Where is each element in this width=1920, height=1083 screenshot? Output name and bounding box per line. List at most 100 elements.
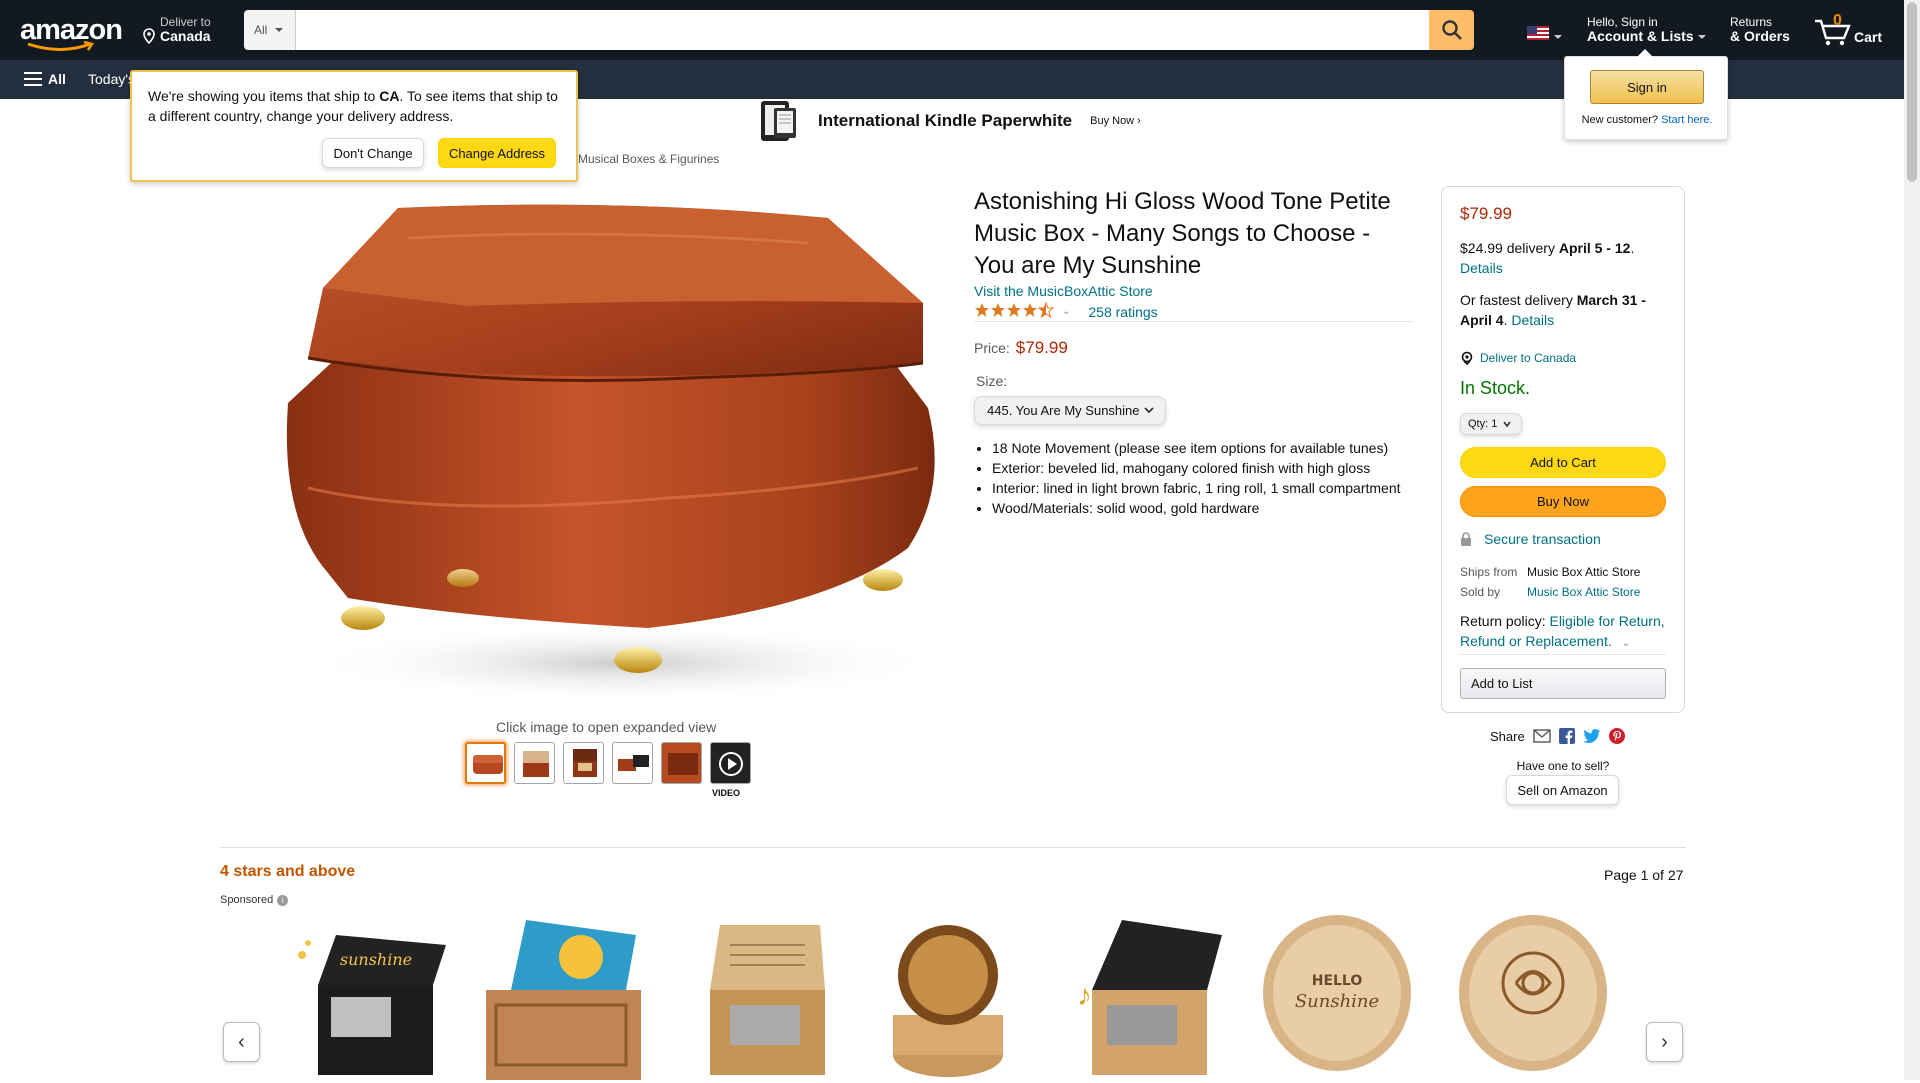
start-here-link[interactable]: Start here.: [1661, 114, 1712, 126]
carousel-item-5[interactable]: ♪: [1067, 915, 1227, 1080]
deliver-to-link[interactable]: Deliver to Canada: [1460, 351, 1576, 365]
lock-icon: [1461, 532, 1471, 546]
language-flag-icon[interactable]: [1527, 26, 1562, 40]
buybox-price: $79.99: [1460, 204, 1512, 223]
divider: [1460, 654, 1666, 655]
page-scrollbar[interactable]: [1904, 0, 1920, 1080]
hamburger-icon: [24, 72, 42, 86]
kindle-device-icon: [760, 100, 800, 142]
chevron-down-icon: [1503, 421, 1511, 428]
chevron-down-icon[interactable]: ⌄: [1622, 638, 1630, 649]
twitter-icon[interactable]: [1582, 728, 1601, 744]
account-lists-menu[interactable]: Hello, Sign in Account & Lists: [1587, 15, 1706, 43]
banner-buy-now[interactable]: Buy Now ›: [1090, 115, 1141, 127]
feature-bullet: Exterior: beveled lid, mahogany colored …: [992, 458, 1432, 478]
chevron-down-icon: [1697, 35, 1706, 40]
have-one-to-sell: Have one to sell?: [1516, 759, 1610, 773]
search-icon: [1441, 20, 1462, 40]
product-main-image[interactable]: [268, 188, 950, 718]
dont-change-button[interactable]: Don't Change: [322, 138, 424, 168]
delivery-address-popover: We're showing you items that ship to CA.…: [130, 70, 578, 182]
amazon-logo[interactable]: amazon: [20, 14, 123, 51]
carousel-page-indicator: Page 1 of 27: [1604, 867, 1684, 883]
signin-flyout: Sign in New customer? Start here.: [1564, 49, 1728, 140]
thumbnail-5[interactable]: [661, 742, 702, 784]
cart-link[interactable]: 0 Cart: [1814, 12, 1894, 48]
divider: [974, 321, 1414, 322]
returns-orders-link[interactable]: Returns & Orders: [1730, 15, 1790, 43]
add-to-cart-button[interactable]: Add to Cart: [1460, 447, 1666, 478]
search-button[interactable]: [1429, 10, 1474, 50]
change-address-button[interactable]: Change Address: [438, 138, 556, 168]
chevron-right-icon: ›: [1661, 1030, 1668, 1053]
sell-on-amazon-button[interactable]: Sell on Amazon: [1506, 775, 1619, 805]
chevron-down-icon[interactable]: ⌄: [1062, 306, 1070, 317]
delivery-info: $24.99 delivery April 5 - 12. Details: [1460, 240, 1635, 276]
svg-text:sunshine: sunshine: [340, 950, 412, 969]
popover-message: We're showing you items that ship to CA.…: [148, 88, 558, 124]
top-nav-bar: amazon Deliver to Canada All Hello, Sign…: [0, 0, 1904, 60]
carousel-item-3[interactable]: [705, 915, 830, 1080]
sponsored-label: Sponsored i: [220, 894, 289, 906]
star-rating-icon[interactable]: [974, 301, 1055, 321]
video-thumbnail[interactable]: [710, 742, 751, 784]
search-category-select[interactable]: All: [244, 10, 296, 50]
share-row: Share: [1490, 728, 1625, 744]
ratings-count-link[interactable]: 258 ratings: [1088, 304, 1157, 320]
svg-text:Sunshine: Sunshine: [1295, 991, 1379, 1012]
size-dropdown[interactable]: 445. You Are My Sunshine: [974, 396, 1166, 425]
stock-status: In Stock.: [1460, 378, 1531, 398]
quantity-dropdown[interactable]: Qty: 1: [1460, 413, 1522, 435]
carousel-item-4[interactable]: [888, 915, 1018, 1080]
add-to-list-button[interactable]: Add to List: [1460, 668, 1666, 699]
deliver-label: Deliver to: [160, 15, 211, 29]
carousel-item-1[interactable]: sunshine: [296, 915, 451, 1080]
chevron-left-icon: ‹: [238, 1030, 245, 1053]
feature-bullet: Wood/Materials: solid wood, gold hardwar…: [992, 498, 1432, 518]
product-price: $79.99: [1015, 338, 1068, 357]
fastest-delivery-info: Or fastest delivery March 31 - April 4. …: [1460, 292, 1646, 328]
svg-text:HELLO: HELLO: [1312, 973, 1363, 989]
todays-deals-link[interactable]: Today's: [88, 71, 135, 87]
expand-hint: Click image to open expanded view: [496, 719, 717, 735]
delivery-details-link[interactable]: Details: [1460, 260, 1503, 276]
chevron-down-icon: [275, 28, 284, 32]
pinterest-icon[interactable]: [1608, 728, 1625, 744]
info-icon[interactable]: i: [277, 894, 289, 906]
all-menu-button[interactable]: All: [24, 71, 66, 87]
email-icon[interactable]: [1533, 729, 1551, 743]
carousel-item-2[interactable]: [486, 915, 646, 1080]
thumbnail-1[interactable]: [465, 742, 506, 784]
carousel-next-button[interactable]: ›: [1646, 1022, 1683, 1062]
search-bar: All: [244, 10, 1474, 50]
deliver-to[interactable]: Deliver to Canada: [142, 15, 211, 44]
size-label: Size:: [976, 373, 1008, 389]
image-thumbnails: [465, 742, 751, 784]
thumbnail-4[interactable]: [612, 742, 653, 784]
scrollbar-thumb[interactable]: [1907, 2, 1917, 182]
search-input[interactable]: [296, 10, 1429, 50]
sign-in-button[interactable]: Sign in: [1590, 70, 1704, 104]
facebook-icon[interactable]: [1558, 728, 1575, 744]
carousel-heading: 4 stars and above: [220, 863, 356, 880]
seller-link[interactable]: Music Box Attic Store: [1527, 585, 1640, 599]
feature-bullets: 18 Note Movement (please see item option…: [992, 438, 1432, 518]
breadcrumb[interactable]: Musical Boxes & Figurines: [578, 152, 719, 166]
carousel-item-7[interactable]: [1458, 915, 1608, 1080]
feature-bullet: Interior: lined in light brown fabric, 1…: [992, 478, 1432, 498]
carousel-item-6[interactable]: HELLO Sunshine: [1262, 915, 1412, 1080]
rating-row: ⌄ 258 ratings: [974, 301, 1158, 321]
thumbnail-3[interactable]: [563, 742, 604, 784]
location-pin-icon: [1461, 351, 1473, 365]
return-policy: Return policy: Eligible for Return, Refu…: [1460, 613, 1665, 649]
store-link[interactable]: Visit the MusicBoxAttic Store: [974, 283, 1153, 299]
carousel-prev-button[interactable]: ‹: [223, 1022, 260, 1062]
kindle-ad-banner[interactable]: International Kindle Paperwhite Buy Now …: [760, 100, 1141, 142]
fastest-details-link[interactable]: Details: [1511, 312, 1554, 328]
secure-transaction-link[interactable]: Secure transaction: [1460, 531, 1601, 547]
cart-label: Cart: [1854, 29, 1883, 45]
buy-now-button[interactable]: Buy Now: [1460, 486, 1666, 517]
thumbnail-2[interactable]: [514, 742, 555, 784]
svg-text:♪: ♪: [1077, 979, 1092, 1012]
feature-bullet: 18 Note Movement (please see item option…: [992, 438, 1432, 458]
